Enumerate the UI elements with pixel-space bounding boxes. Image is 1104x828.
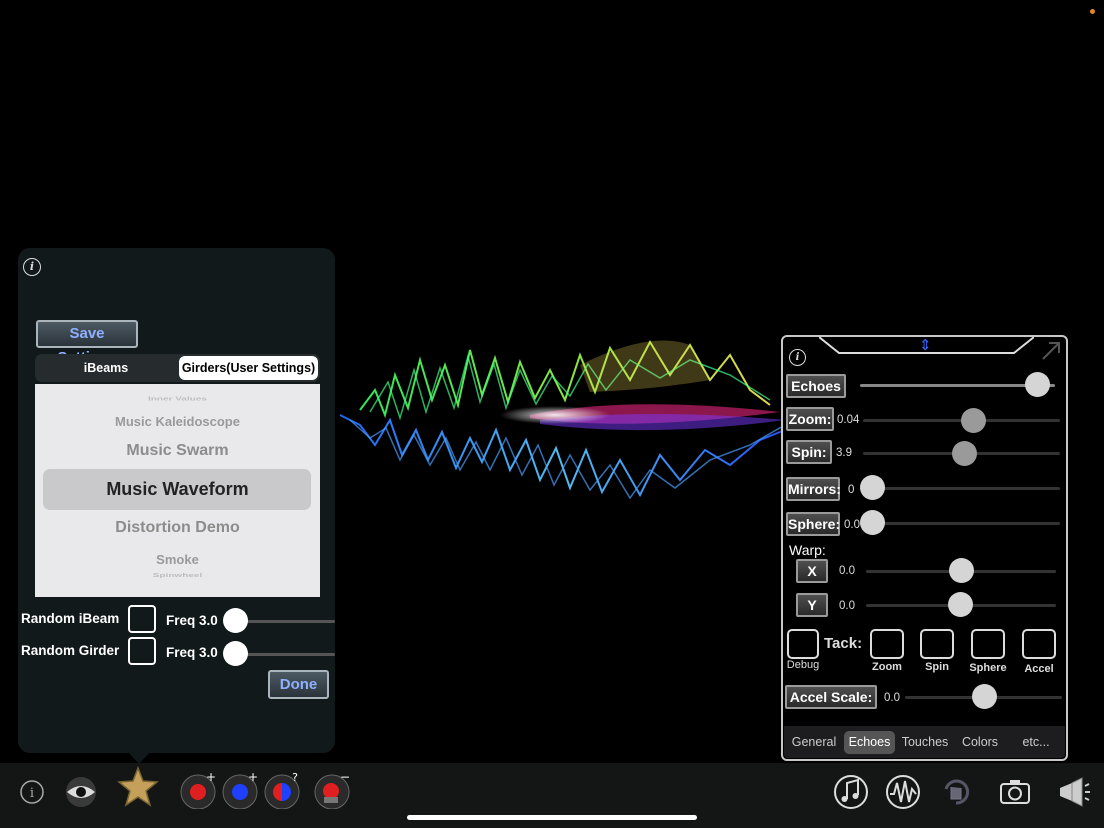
spin-label-button[interactable]: Spin: bbox=[786, 440, 832, 464]
accel-scale-label-button[interactable]: Accel Scale: bbox=[785, 685, 877, 709]
remove-ball-icon[interactable]: − bbox=[312, 769, 352, 809]
svg-text:?: ? bbox=[292, 771, 298, 784]
reset-hand-icon[interactable] bbox=[936, 769, 976, 809]
warp-y-button[interactable]: Y bbox=[796, 593, 828, 617]
zoom-label-button[interactable]: Zoom: bbox=[786, 407, 834, 431]
warp-label: Warp: bbox=[789, 542, 826, 558]
debug-checkbox[interactable] bbox=[787, 629, 819, 659]
tack-spin-label: Spin bbox=[925, 661, 949, 673]
tack-spin-checkbox[interactable] bbox=[920, 629, 954, 659]
sphere-value: 0.0 bbox=[844, 519, 860, 531]
tack-label: Tack: bbox=[824, 635, 863, 652]
tack-accel-label: Accel bbox=[1024, 663, 1054, 675]
warp-y-slider-thumb[interactable] bbox=[948, 592, 973, 617]
random-girder-freq-slider[interactable] bbox=[235, 653, 335, 656]
svg-text:−: − bbox=[340, 770, 350, 784]
preset-picker[interactable]: Inner Values Music Kaleidoscope Music Sw… bbox=[35, 384, 320, 597]
mirrors-value: 0 bbox=[848, 484, 855, 496]
svg-text:i: i bbox=[30, 786, 34, 801]
svg-text:+: + bbox=[206, 770, 216, 784]
zoom-value: 0.04 bbox=[837, 414, 860, 426]
tack-zoom-label: Zoom bbox=[872, 661, 902, 673]
spin-value: 3.9 bbox=[836, 447, 852, 459]
presets-popover: i Save Settings iBeams Girders(User Sett… bbox=[18, 248, 335, 764]
music-waveform-visual bbox=[339, 339, 786, 500]
tack-zoom-checkbox[interactable] bbox=[870, 629, 904, 659]
mirrors-slider-thumb[interactable] bbox=[860, 475, 885, 500]
sphere-slider-thumb[interactable] bbox=[860, 510, 885, 535]
echoes-label-button[interactable]: Echoes bbox=[786, 374, 846, 398]
picker-item[interactable]: Smoke bbox=[35, 552, 320, 567]
tab-colors[interactable]: Colors bbox=[955, 731, 1005, 754]
expand-corner-icon[interactable] bbox=[1041, 341, 1061, 361]
random-ibeam-label: Random iBeam bbox=[21, 611, 120, 626]
camera-icon[interactable] bbox=[995, 769, 1035, 809]
echoes-settings-panel: ⇕ i Echoes Zoom: 0.04 Spin: 3.9 Mirrors:… bbox=[781, 335, 1068, 761]
sphere-slider[interactable] bbox=[871, 522, 1060, 525]
random-ibeam-checkbox[interactable] bbox=[128, 605, 156, 633]
accel-scale-value: 0.0 bbox=[884, 692, 900, 704]
preset-source-segmented-control: iBeams Girders(User Settings) bbox=[35, 354, 320, 382]
mirrors-label-button[interactable]: Mirrors: bbox=[786, 477, 841, 501]
add-red-ball-icon[interactable]: + bbox=[178, 769, 218, 809]
picker-item[interactable]: Spinwheel bbox=[35, 572, 320, 578]
tack-accel-checkbox[interactable] bbox=[1022, 629, 1056, 659]
eye-icon[interactable] bbox=[61, 769, 101, 809]
random-ibeam-freq-label: Freq bbox=[166, 613, 196, 628]
tack-sphere-checkbox[interactable] bbox=[971, 629, 1005, 659]
warp-x-slider-thumb[interactable] bbox=[949, 558, 974, 583]
warp-y-value: 0.0 bbox=[839, 600, 855, 612]
mirrors-slider[interactable] bbox=[871, 487, 1060, 490]
star-icon[interactable] bbox=[116, 765, 160, 809]
zoom-slider-thumb[interactable] bbox=[961, 408, 986, 433]
home-indicator[interactable] bbox=[407, 815, 697, 820]
save-settings-button[interactable]: Save Settings bbox=[36, 320, 138, 366]
add-blue-ball-icon[interactable]: + bbox=[220, 769, 260, 809]
random-ibeam-freq-slider[interactable] bbox=[235, 620, 335, 623]
picker-item-selected[interactable]: Music Waveform bbox=[35, 479, 320, 500]
warp-x-value: 0.0 bbox=[839, 565, 855, 577]
random-ibeam-freq-slider-thumb[interactable] bbox=[223, 608, 248, 633]
picker-item[interactable]: Inner Values bbox=[35, 396, 320, 402]
picker-item[interactable]: Distortion Demo bbox=[35, 519, 320, 537]
spin-slider-thumb[interactable] bbox=[952, 441, 977, 466]
accel-scale-slider-thumb[interactable] bbox=[972, 684, 997, 709]
info-icon[interactable]: i bbox=[23, 258, 41, 276]
done-button[interactable]: Done bbox=[268, 670, 329, 699]
tab-touches[interactable]: Touches bbox=[897, 731, 953, 754]
settings-tab-bar: General Echoes Touches Colors etc... bbox=[784, 726, 1065, 758]
warp-x-button[interactable]: X bbox=[796, 559, 828, 583]
tab-etc[interactable]: etc... bbox=[1007, 731, 1065, 754]
tab-echoes[interactable]: Echoes bbox=[844, 731, 895, 754]
random-girder-freq-label: Freq bbox=[166, 645, 196, 660]
tack-sphere-label: Sphere bbox=[969, 662, 1007, 674]
svg-text:+: + bbox=[248, 770, 258, 784]
status-indicator-dot bbox=[1090, 9, 1095, 14]
random-ibeam-freq-value: 3.0 bbox=[199, 613, 218, 628]
tab-general[interactable]: General bbox=[786, 731, 842, 754]
info-icon[interactable]: i bbox=[12, 769, 52, 809]
segment-girders-user-settings[interactable]: Girders(User Settings) bbox=[179, 356, 318, 380]
random-girder-freq-slider-thumb[interactable] bbox=[223, 641, 248, 666]
random-ball-icon[interactable]: ? bbox=[262, 769, 302, 809]
music-note-icon[interactable] bbox=[831, 769, 871, 809]
info-icon[interactable]: i bbox=[789, 349, 806, 366]
waveform-icon[interactable] bbox=[883, 769, 923, 809]
segment-ibeams[interactable]: iBeams bbox=[37, 356, 175, 380]
move-arrows-icon[interactable]: ⇕ bbox=[919, 338, 932, 353]
echoes-slider-thumb[interactable] bbox=[1025, 372, 1050, 397]
sphere-label-button[interactable]: Sphere: bbox=[786, 512, 840, 536]
random-girder-checkbox[interactable] bbox=[128, 637, 156, 665]
random-girder-freq-value: 3.0 bbox=[199, 645, 218, 660]
debug-label: Debug bbox=[786, 659, 820, 671]
picker-item[interactable]: Music Kaleidoscope bbox=[35, 414, 320, 429]
picker-item[interactable]: Music Swarm bbox=[35, 442, 320, 460]
random-girder-label: Random Girder bbox=[21, 643, 120, 658]
megaphone-icon[interactable] bbox=[1052, 769, 1092, 809]
